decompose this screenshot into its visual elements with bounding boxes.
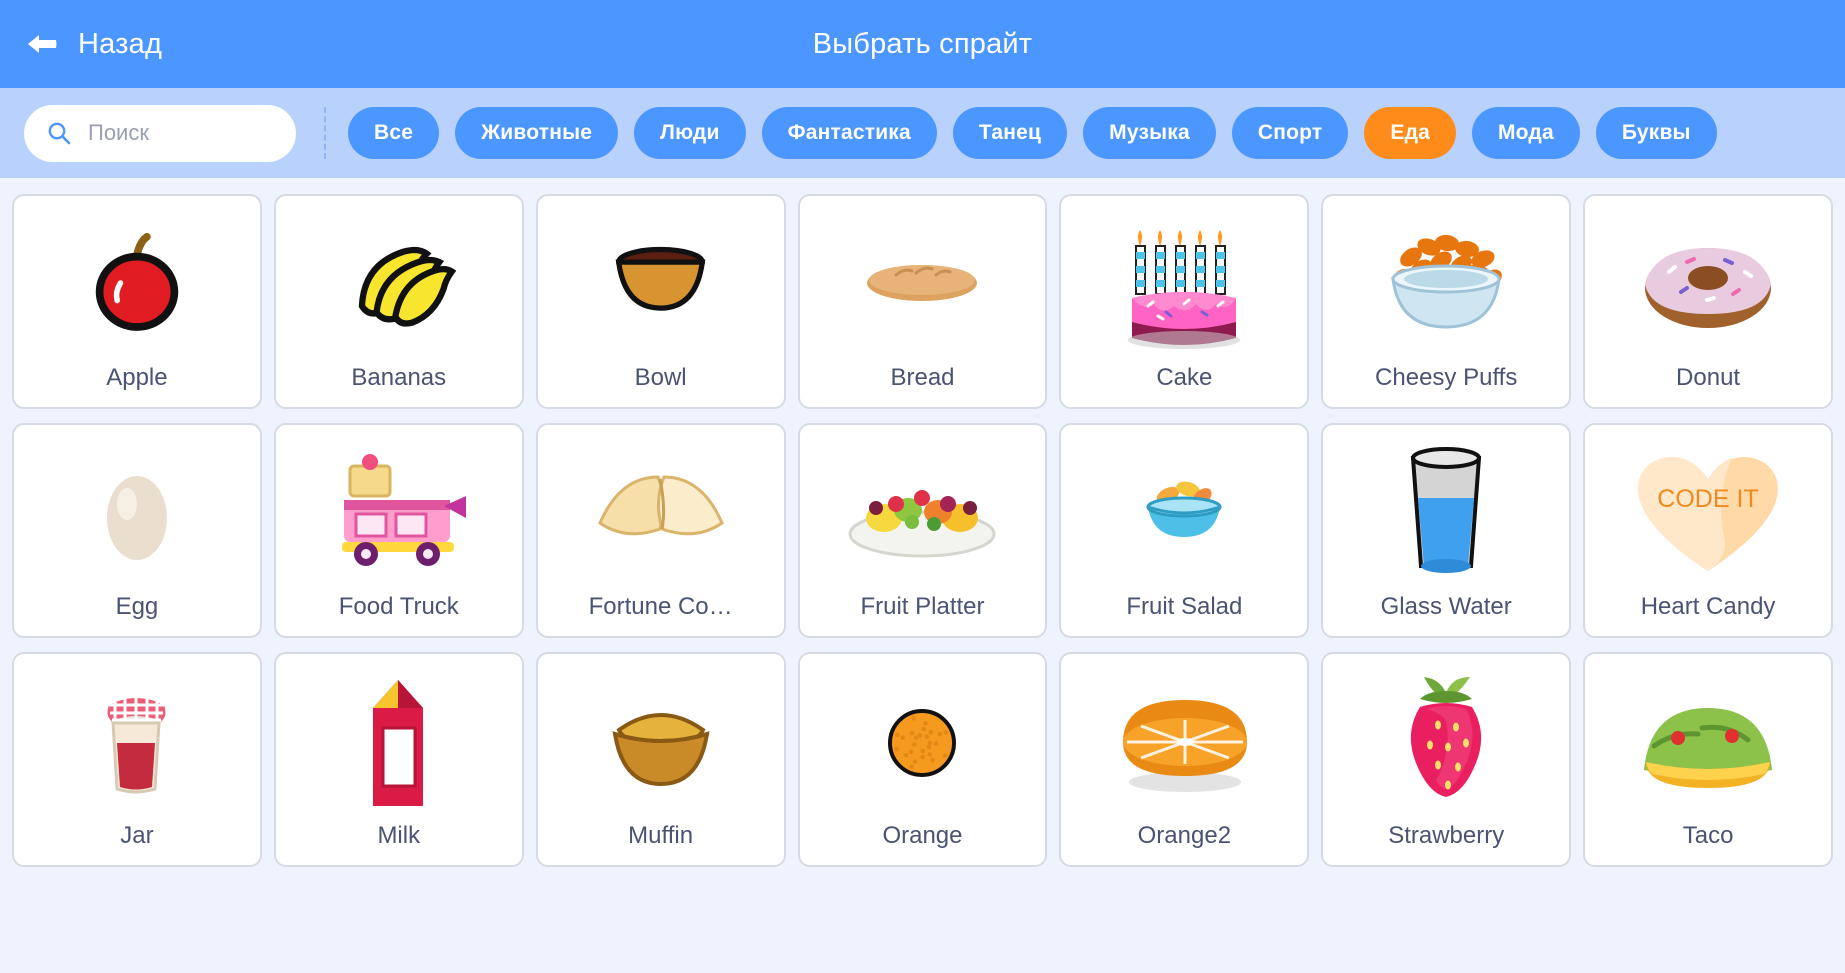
sprite-card[interactable]: Apple [12, 194, 262, 409]
sprite-library-modal: Назад Выбрать спрайт Все Животные Люди Фант… [0, 0, 1845, 973]
tab-буквы[interactable]: Буквы [1595, 107, 1717, 159]
sprite-label: Apple [106, 364, 168, 391]
sprite-card[interactable]: Fruit Salad [1059, 423, 1310, 638]
tab-мода[interactable]: Мода [1471, 107, 1580, 159]
sprite-label: Jar [120, 822, 154, 849]
back-button[interactable]: Назад [0, 0, 186, 88]
taco-sprite [1585, 654, 1831, 823]
sprite-card[interactable]: Muffin [535, 652, 786, 867]
sprite-label: Orange [882, 822, 963, 849]
tab-музыка[interactable]: Музыка [1083, 107, 1216, 159]
sprite-grid-scroll[interactable]: Apple Bananas Bowl Bread Cake Cheesy Puf… [0, 178, 1845, 973]
jar-sprite [14, 654, 260, 823]
tab-все[interactable]: Все [348, 107, 440, 159]
category-tabs: Все Животные Люди Фантастика Танец Музыка Спор… [348, 107, 1821, 159]
heart-candy-sprite: CODE IT [1585, 425, 1831, 594]
sprite-card[interactable]: Fruit Platter [797, 423, 1048, 638]
sprite-card[interactable]: Bananas [273, 194, 524, 409]
fruit-platter-sprite [800, 425, 1046, 594]
sprite-label: Bowl [634, 364, 687, 391]
tab-танец[interactable]: Танец [952, 107, 1068, 159]
orange2-sprite [1061, 654, 1307, 823]
tab-люди[interactable]: Люди [634, 107, 746, 159]
sprite-label: Cake [1156, 364, 1213, 391]
sprite-card[interactable]: Food Truck [273, 423, 524, 638]
milk-sprite [276, 654, 522, 823]
sprite-label: Glass Water [1380, 593, 1512, 620]
bread-sprite [800, 196, 1046, 365]
fruit-salad-sprite [1061, 425, 1307, 594]
tab-фантастика[interactable]: Фантастика [761, 107, 937, 159]
sprite-card[interactable]: Milk [273, 652, 524, 867]
strawberry-sprite [1323, 654, 1569, 823]
sprite-card[interactable]: Bowl [535, 194, 786, 409]
search-box[interactable] [24, 104, 296, 162]
sprite-card[interactable]: Donut [1583, 194, 1833, 409]
sprite-card[interactable]: Strawberry [1321, 652, 1572, 867]
sprite-label: Bananas [351, 364, 447, 391]
sprite-card[interactable]: Orange [797, 652, 1048, 867]
sprite-label: Fruit Platter [860, 593, 985, 620]
tab-животные[interactable]: Животные [455, 107, 619, 159]
food-truck-sprite [276, 425, 522, 594]
sprite-label: Donut [1676, 364, 1741, 391]
sprite-card[interactable]: Egg [12, 423, 262, 638]
cheesy-puffs-sprite [1323, 196, 1569, 365]
sprite-label: Muffin [628, 822, 694, 849]
orange-sprite [800, 654, 1046, 823]
sprite-card[interactable]: Fortune Co… [535, 423, 786, 638]
sprite-label: Milk [377, 822, 421, 849]
apple-sprite [14, 196, 260, 365]
sprite-label: Strawberry [1388, 822, 1505, 849]
search-input[interactable] [88, 120, 274, 146]
egg-sprite [14, 425, 260, 594]
heart-candy-text: CODE IT [1657, 485, 1758, 513]
back-label: Назад [78, 27, 163, 60]
tab-еда[interactable]: Еда [1364, 107, 1456, 159]
sprite-card[interactable]: Cheesy Puffs [1321, 194, 1572, 409]
sprite-card[interactable]: Cake [1059, 194, 1310, 409]
fortune-cookie-sprite [538, 425, 784, 594]
cake-sprite [1061, 196, 1307, 365]
donut-sprite [1585, 196, 1831, 365]
sprite-label: Cheesy Puffs [1375, 364, 1518, 391]
sprite-label: Orange2 [1137, 822, 1232, 849]
page-title: Выбрать спрайт [812, 27, 1033, 60]
sprite-card[interactable]: CODE IT Heart Candy [1583, 423, 1833, 638]
sprite-card[interactable]: Orange2 [1059, 652, 1310, 867]
sprite-grid: Apple Bananas Bowl Bread Cake Cheesy Puf… [12, 194, 1833, 867]
sprite-label: Food Truck [338, 593, 459, 620]
glass-water-sprite [1323, 425, 1569, 594]
sprite-card[interactable]: Bread [797, 194, 1048, 409]
sprite-label: Fortune Co… [588, 593, 733, 620]
sprite-card[interactable]: Jar [12, 652, 262, 867]
modal-header: Назад Выбрать спрайт [0, 0, 1845, 88]
sprite-card[interactable]: Taco [1583, 652, 1833, 867]
bananas-sprite [276, 196, 522, 365]
bowl-sprite [538, 196, 784, 365]
sprite-label: Bread [890, 364, 955, 391]
search-icon [48, 122, 71, 145]
sprite-label: Fruit Salad [1126, 593, 1243, 620]
tab-спорт[interactable]: Спорт [1231, 107, 1349, 159]
sprite-card[interactable]: Glass Water [1321, 423, 1572, 638]
sprite-label: Taco [1682, 822, 1734, 849]
filter-bar: Все Животные Люди Фантастика Танец Музыка Спор… [0, 88, 1845, 178]
arrow-left-icon [28, 35, 57, 53]
sprite-label: Heart Candy [1640, 593, 1776, 620]
filter-divider [324, 107, 326, 159]
sprite-label: Egg [115, 593, 159, 620]
muffin-sprite [538, 654, 784, 823]
